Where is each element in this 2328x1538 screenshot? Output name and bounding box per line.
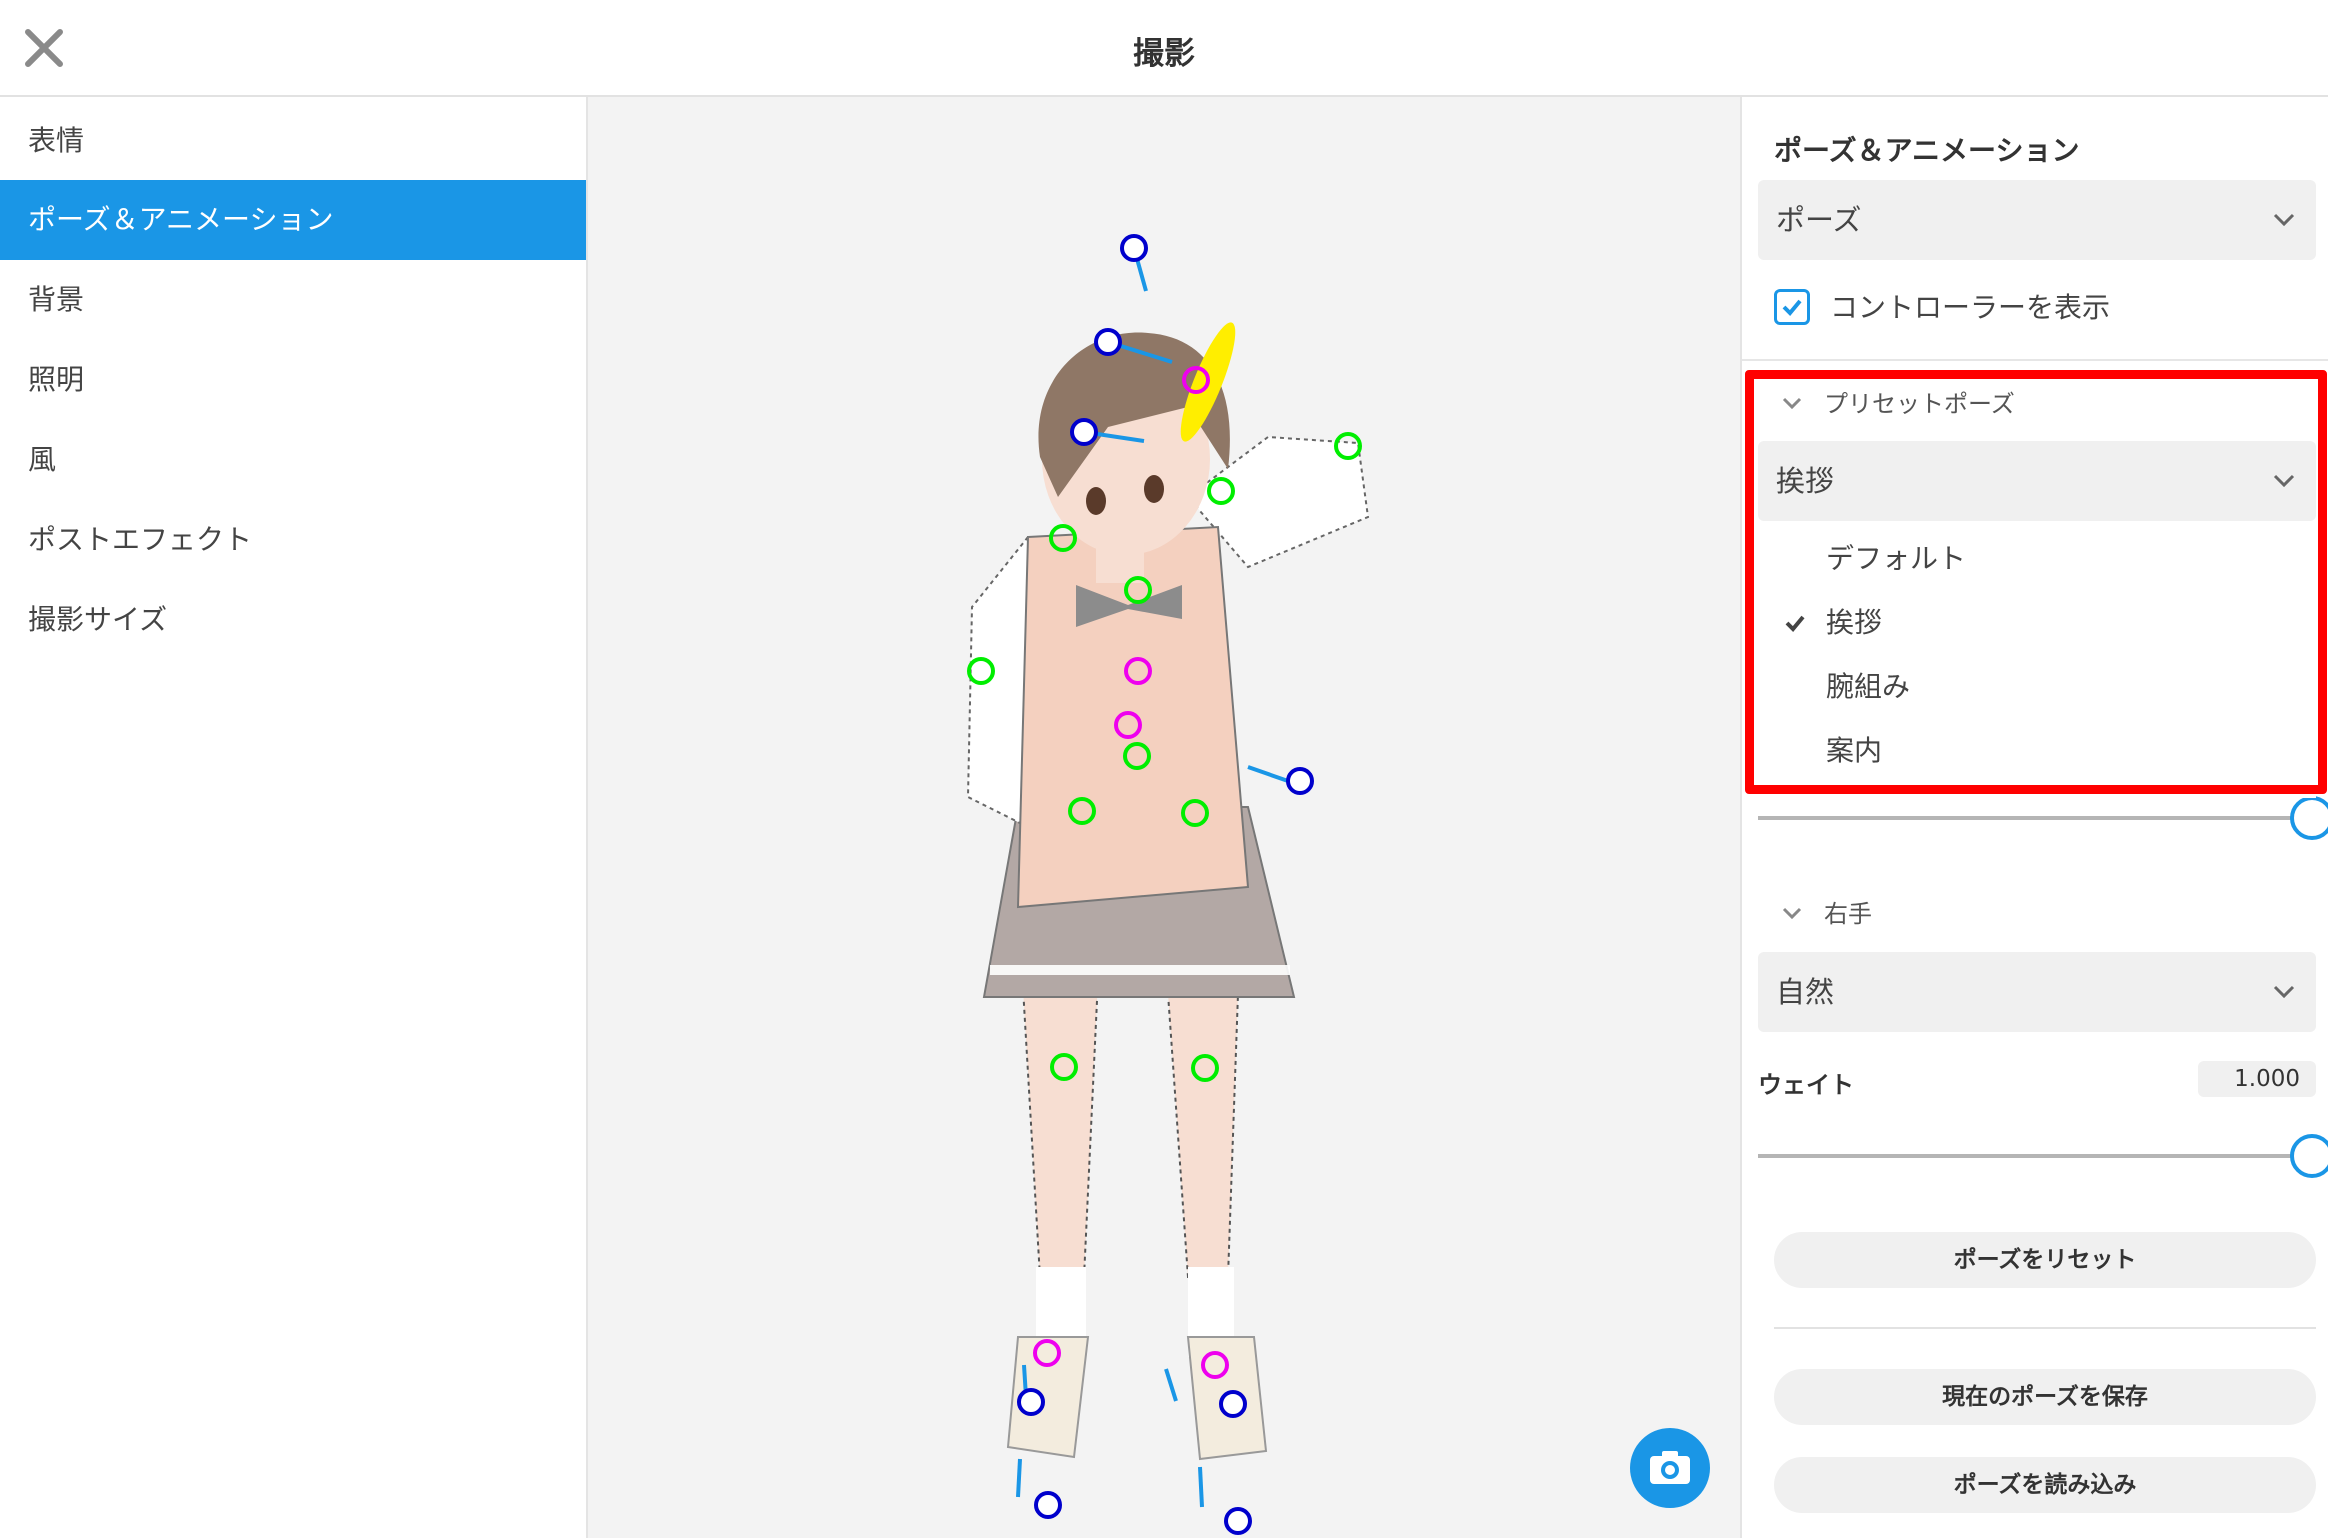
sidebar-item-capture-size[interactable]: 撮影サイズ xyxy=(0,580,586,660)
show-controller-label: コントローラーを表示 xyxy=(1830,291,2111,324)
chevron-down-icon xyxy=(2273,213,2295,227)
show-controller-checkbox[interactable] xyxy=(1774,289,1810,325)
ik-handle-blue[interactable] xyxy=(1219,1390,1247,1418)
slider-thumb[interactable] xyxy=(2290,1134,2328,1178)
weight-label: ウェイト xyxy=(1758,1071,1854,1099)
ik-handle-blue[interactable] xyxy=(1224,1507,1252,1535)
sidebar-item-post-effect[interactable]: ポストエフェクト xyxy=(0,500,586,580)
annotation-highlight-box xyxy=(1745,370,2327,794)
camera-icon xyxy=(1650,1451,1690,1484)
sidebar-item-wind[interactable]: 風 xyxy=(0,420,586,500)
save-pose-button[interactable]: 現在のポーズを保存 xyxy=(1774,1369,2316,1425)
sidebar-item-background[interactable]: 背景 xyxy=(0,260,586,340)
mode-select[interactable]: ポーズ xyxy=(1758,180,2316,260)
load-pose-button[interactable]: ポーズを読み込み xyxy=(1774,1457,2316,1513)
header-bar: 撮影 xyxy=(0,0,2328,97)
panel-heading: ポーズ＆アニメーション xyxy=(1774,134,2080,167)
right-hand-select[interactable]: 自然 xyxy=(1758,952,2316,1032)
pose-settings-panel: ポーズ＆アニメーション ポーズ コントローラーを表示 プリセットポーズ 挨拶 デ… xyxy=(1740,97,2328,1538)
3d-viewport[interactable] xyxy=(588,97,1740,1538)
reset-pose-button[interactable]: ポーズをリセット xyxy=(1774,1232,2316,1288)
preset-weight-slider[interactable] xyxy=(1758,794,2328,842)
checkmark-icon xyxy=(1782,299,1802,316)
right-hand-value: 自然 xyxy=(1776,975,1835,1009)
slider-thumb[interactable] xyxy=(2290,796,2328,840)
sidebar: 表情 ポーズ＆アニメーション 背景 照明 風 ポストエフェクト 撮影サイズ xyxy=(0,97,588,1538)
divider xyxy=(1774,1327,2316,1329)
chevron-down-icon xyxy=(1782,907,1802,920)
capture-button[interactable] xyxy=(1630,1428,1710,1508)
ik-handle-blue[interactable] xyxy=(1286,767,1314,795)
mode-select-value: ポーズ xyxy=(1776,203,1862,237)
avatar-scene xyxy=(966,234,1370,1535)
page-title: 撮影 xyxy=(1133,36,1195,72)
sidebar-item-pose-animation[interactable]: ポーズ＆アニメーション xyxy=(0,180,586,260)
weight-value-field[interactable]: 1.000 xyxy=(2198,1061,2316,1097)
ik-handle-blue[interactable] xyxy=(1070,418,1098,446)
ik-handle-blue[interactable] xyxy=(1034,1491,1062,1519)
ik-handle-blue[interactable] xyxy=(1094,328,1122,356)
right-hand-weight-slider[interactable] xyxy=(1758,1132,2328,1180)
section-divider xyxy=(1742,359,2328,361)
chevron-down-icon xyxy=(2273,985,2295,999)
sidebar-item-lighting[interactable]: 照明 xyxy=(0,340,586,420)
right-hand-label: 右手 xyxy=(1824,900,1872,928)
ik-handle-blue[interactable] xyxy=(1120,234,1148,262)
sidebar-item-expression[interactable]: 表情 xyxy=(0,101,586,181)
slider-track xyxy=(1758,816,2328,820)
avatar-figure xyxy=(966,332,1370,1461)
slider-track xyxy=(1758,1154,2328,1158)
ik-handle-blue[interactable] xyxy=(1017,1388,1045,1416)
